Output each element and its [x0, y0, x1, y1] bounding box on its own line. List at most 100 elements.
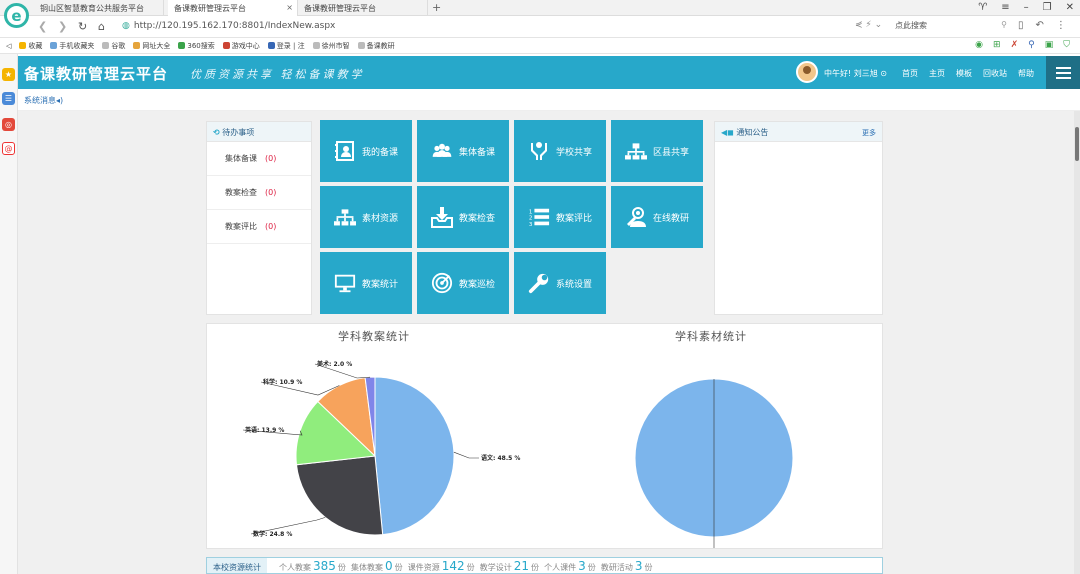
tile-system-settings[interactable]: 系统设置 — [514, 252, 606, 314]
tile-lesson-inspect[interactable]: 教案巡检 — [417, 252, 509, 314]
undo-icon[interactable]: ↶ — [1036, 20, 1044, 31]
bookmark-item[interactable]: 备课教研 — [357, 41, 395, 51]
todo-item-collective[interactable]: 集体备课 (0) — [207, 142, 311, 176]
page-scrollbar[interactable] — [1074, 111, 1080, 574]
todo-item-check[interactable]: 教案检查 (0) — [207, 176, 311, 210]
bookmark-item[interactable]: 网址大全 — [133, 41, 170, 51]
tile-collective-lessons[interactable]: 集体备课 — [417, 120, 509, 182]
tile-district-share[interactable]: 区县共享 — [611, 120, 703, 182]
extension-icon[interactable]: ▣ — [1045, 40, 1054, 50]
bookmark-label: 收藏 — [28, 41, 43, 50]
close-tab-icon[interactable]: × — [286, 3, 293, 12]
hamburger-menu-button[interactable] — [1046, 56, 1080, 89]
mobile-icon[interactable]: ▯ — [1018, 20, 1024, 31]
back-icon[interactable]: ❮ — [38, 20, 47, 33]
menu-icon[interactable]: ≡ — [1001, 2, 1009, 13]
tile-lesson-compare[interactable]: 123 教案评比 — [514, 186, 606, 248]
todo-item-compare[interactable]: 教案评比 (0) — [207, 210, 311, 244]
todo-count: (0) — [265, 222, 277, 231]
extension-icon[interactable]: ⊞ — [993, 40, 1001, 50]
bookmark-item[interactable]: 徐州市智 — [312, 41, 350, 51]
game-icon — [222, 41, 230, 49]
org-chart-icon — [624, 140, 647, 162]
bm-back-icon[interactable]: ◁ — [6, 42, 11, 50]
stat-unit: 份 — [644, 563, 653, 572]
forward-icon[interactable]: ❯ — [58, 20, 67, 33]
pie-chart-materials: 语文: 100.0 % — [634, 378, 794, 548]
share-icon[interactable]: ⋞ ⚡ ⌄ — [855, 20, 882, 30]
extension-icon[interactable]: ✗ — [1011, 40, 1019, 50]
bookmark-item[interactable]: 收藏 — [19, 41, 42, 51]
bookmark-item[interactable]: 游戏中心 — [222, 41, 260, 51]
reload-icon[interactable]: ↻ — [78, 20, 87, 33]
minimize-icon[interactable]: – — [1024, 2, 1029, 13]
tile-lesson-stats[interactable]: 教案统计 — [320, 252, 412, 314]
tab-1[interactable]: 铜山区智慧教育公共服务平台 — [34, 0, 164, 16]
stat-value: 385 — [313, 559, 336, 573]
mail-icon[interactable]: @ — [2, 142, 15, 155]
svg-text:2: 2 — [529, 216, 533, 222]
home-icon[interactable]: ⌂ — [98, 20, 105, 33]
search-icon[interactable]: ⚲ — [1001, 20, 1007, 29]
nav-templates[interactable]: 模板 — [956, 68, 972, 79]
tile-online-research[interactable]: 在线教研 — [611, 186, 703, 248]
stat-label: 课件资源 — [407, 563, 440, 572]
phone-icon — [50, 41, 58, 49]
nav-help[interactable]: 帮助 — [1018, 68, 1034, 79]
page-icon — [312, 41, 320, 49]
pie-label-3: 科学: 10.9 % — [263, 378, 302, 386]
tile-lesson-check[interactable]: 教案检查 — [417, 186, 509, 248]
bookmark-item[interactable]: 360搜索 — [178, 41, 215, 51]
nav-main[interactable]: 主页 — [929, 68, 945, 79]
stat-value: 21 — [513, 559, 530, 573]
nav-recycle[interactable]: 回收站 — [983, 68, 1007, 79]
page-icon — [357, 41, 365, 49]
scrollbar-thumb[interactable] — [1075, 127, 1079, 161]
list-icon[interactable]: ☰ — [2, 92, 15, 105]
extension-icon[interactable]: ⚲ — [1028, 40, 1035, 50]
bookmark-item[interactable]: 手机收藏夹 — [50, 41, 94, 51]
weibo-icon[interactable]: ◎ — [2, 118, 15, 131]
bookmark-label: 徐州市智 — [321, 41, 350, 50]
tab-3[interactable]: 备课教研管理云平台 — [298, 0, 428, 16]
notice-more-link[interactable]: 更多 — [862, 128, 876, 138]
extension-icon[interactable]: ⛉ — [1063, 40, 1070, 50]
tile-my-lessons[interactable]: 我的备课 — [320, 120, 412, 182]
user-greeting[interactable]: 中午好! 刘三旭 ⊙ — [824, 68, 887, 79]
url-field[interactable]: ◍ http://120.195.162.170:8801/IndexNew.as… — [122, 21, 335, 31]
system-message-label: 系统消息 — [24, 96, 56, 105]
pie-slice-1[interactable] — [295, 455, 384, 536]
todo-header: ⟲ 待办事项 — [207, 122, 311, 142]
nav-home[interactable]: 首页 — [902, 68, 918, 79]
chart-title-materials: 学科素材统计 — [675, 330, 747, 343]
search-input[interactable]: 点此搜索 ⚲ — [895, 20, 1007, 34]
close-window-icon[interactable]: ✕ — [1066, 2, 1074, 13]
wrench-icon — [528, 272, 550, 294]
restore-icon[interactable]: ❐ — [1043, 2, 1052, 13]
browser-titlebar: 铜山区智慧教育公共服务平台 备课教研管理云平台 × 备课教研管理云平台 + ♈ ≡… — [0, 0, 1080, 16]
numbered-list-icon: 123 — [528, 206, 550, 228]
chevron-down-icon: ⊙ — [880, 69, 887, 78]
tile-material-resources[interactable]: 素材资源 — [320, 186, 412, 248]
pie-slice-0[interactable] — [374, 376, 455, 536]
stat-label: 教研活动 — [600, 563, 633, 572]
bookmark-item[interactable]: 谷歌 — [102, 41, 125, 51]
security-icon: ◍ — [122, 21, 130, 31]
tile-school-share[interactable]: 学校共享 — [514, 120, 606, 182]
stat-unit: 份 — [531, 563, 540, 572]
tile-label: 集体备课 — [458, 147, 495, 158]
avatar[interactable] — [796, 61, 818, 83]
new-tab-icon[interactable]: + — [432, 1, 441, 14]
window-controls: ♈ ≡ – ❐ ✕ — [978, 2, 1074, 13]
shirt-skin-icon[interactable]: ♈ — [978, 2, 987, 13]
stat-unit: 份 — [394, 563, 403, 572]
tab-2-active[interactable]: 备课教研管理云平台 × — [168, 0, 298, 16]
more-icon[interactable]: ⋮ — [1056, 20, 1066, 31]
bookmark-item[interactable]: 登录 | 注 — [267, 41, 305, 51]
extension-icon[interactable]: ◉ — [975, 40, 983, 50]
system-message-link[interactable]: 系统消息◂) — [24, 95, 63, 106]
favorites-icon[interactable]: ★ — [2, 68, 15, 81]
main-content: ⟲ 待办事项 集体备课 (0) 教案检查 (0) 教案评比 (0) 我的备课 集体备课… — [18, 111, 1076, 574]
pie-label-1: 数学: 24.8 % — [253, 530, 292, 538]
stat-value: 0 — [385, 559, 393, 573]
